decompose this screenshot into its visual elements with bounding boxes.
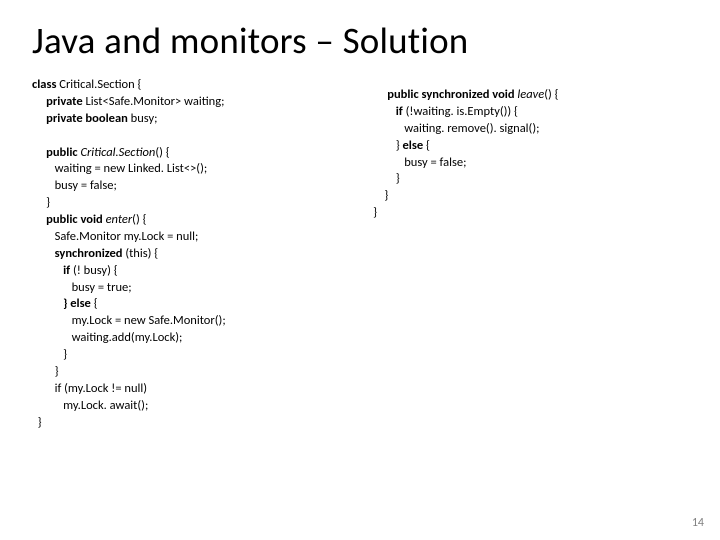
code-columns: class Critical.Section { private List<Sa… — [32, 77, 688, 431]
slide: Java and monitors – Solution class Criti… — [0, 0, 720, 540]
page-number: 14 — [692, 516, 704, 530]
code-right-column: public synchronized void leave() { if (!… — [373, 77, 688, 222]
slide-title: Java and monitors – Solution — [32, 18, 688, 63]
code-left-column: class Critical.Section { private List<Sa… — [32, 77, 373, 431]
